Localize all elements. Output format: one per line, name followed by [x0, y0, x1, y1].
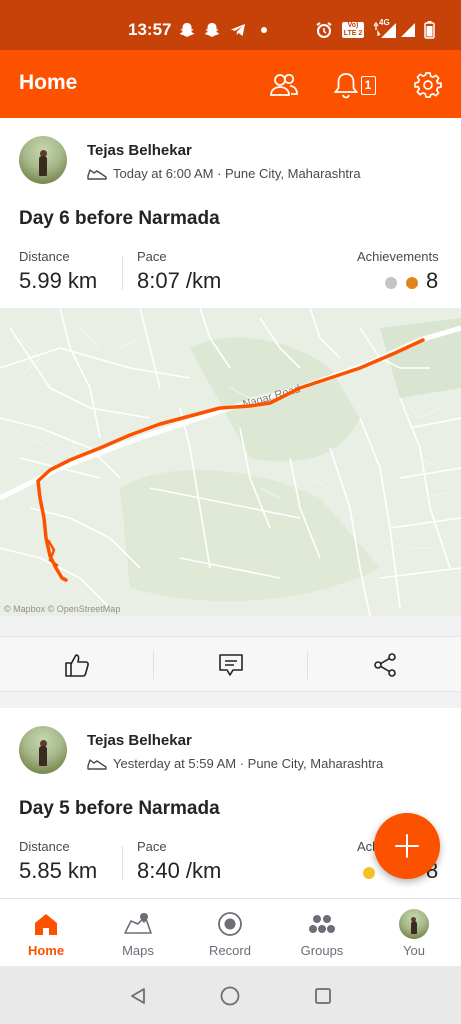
- pace-value: 8:40 /km: [137, 858, 222, 883]
- nav-item-home[interactable]: Home: [0, 899, 92, 967]
- athlete-name[interactable]: Tejas Belhekar: [87, 732, 192, 749]
- snapchat-icon: [203, 20, 221, 40]
- activity-meta-text: Today at 6:00 AM · Pune City, Maharashtr…: [113, 166, 361, 181]
- avatar: [399, 909, 429, 939]
- nav-label: Record: [209, 943, 251, 958]
- add-post-button[interactable]: [374, 813, 440, 879]
- distance-value: 5.99 km: [19, 268, 98, 293]
- notification-count: 1: [364, 78, 372, 92]
- find-friends-button[interactable]: [267, 68, 301, 102]
- pace-value: 8:07 /km: [137, 268, 222, 293]
- activity-title[interactable]: Day 6 before Narmada: [19, 208, 220, 230]
- activity-title[interactable]: Day 5 before Narmada: [19, 798, 220, 820]
- nav-label: You: [403, 943, 425, 958]
- page-title: Home: [19, 71, 78, 94]
- kudos-button[interactable]: [0, 637, 153, 693]
- nav-item-maps[interactable]: Maps: [92, 899, 184, 967]
- nav-label: Home: [27, 943, 65, 958]
- activity-meta-text: Yesterday at 5:59 AM · Pune City, Mahara…: [113, 756, 384, 771]
- settings-gear-icon: [414, 72, 442, 98]
- share-button[interactable]: [308, 637, 461, 693]
- system-nav-bar: [0, 966, 461, 1024]
- app-bar: Home 1: [0, 50, 461, 118]
- comment-icon: [218, 654, 243, 676]
- nav-item-groups[interactable]: Groups: [276, 899, 368, 967]
- bronze-medal-icon: [406, 277, 418, 289]
- recents-icon: [315, 988, 331, 1004]
- telegram-icon: [229, 20, 247, 40]
- silver-medal-icon: [385, 277, 397, 289]
- distance-value: 5.85 km: [19, 858, 98, 883]
- recents-button[interactable]: [310, 983, 336, 1009]
- thumbs-up-icon: [64, 654, 89, 677]
- achievements-count: 8: [426, 268, 439, 293]
- groups-icon: [307, 909, 337, 939]
- distance-label: Distance: [19, 839, 70, 854]
- avatar[interactable]: [19, 136, 67, 184]
- plus-icon: [395, 834, 419, 858]
- stat-divider: [122, 256, 123, 290]
- nav-label: Groups: [300, 943, 344, 958]
- distance-label: Distance: [19, 249, 70, 264]
- shoe-icon: [87, 168, 107, 180]
- 4g-signal-icon: 4G: [370, 18, 398, 40]
- snapchat-icon: [178, 20, 196, 40]
- activity-actions: [0, 636, 461, 692]
- nav-item-record[interactable]: Record: [184, 899, 276, 967]
- stat-divider: [122, 846, 123, 880]
- people-icon: [270, 73, 298, 96]
- settings-button[interactable]: [411, 68, 445, 102]
- nav-item-you[interactable]: You: [368, 899, 460, 967]
- signal-icon: [399, 20, 417, 40]
- alarm-icon: [314, 20, 334, 40]
- pace-label: Pace: [137, 249, 167, 264]
- home-icon: [31, 909, 61, 939]
- activity-card[interactable]: Tejas Belhekar Today at 6:00 AM · Pune C…: [0, 118, 461, 308]
- home-system-button[interactable]: [217, 983, 243, 1009]
- avatar[interactable]: [19, 726, 67, 774]
- gold-medal-icon: [363, 867, 375, 879]
- route-map[interactable]: Nagar Road © Mapbox © OpenStreetMap: [0, 308, 461, 616]
- notification-badge: 1: [360, 75, 376, 95]
- bell-icon: [333, 73, 358, 99]
- back-button[interactable]: [125, 983, 151, 1009]
- battery-icon: [422, 20, 436, 40]
- record-icon: [215, 909, 245, 939]
- nav-label: Maps: [122, 943, 154, 958]
- activity-meta: Yesterday at 5:59 AM · Pune City, Mahara…: [87, 756, 383, 771]
- status-time: 13:57: [128, 20, 172, 39]
- activity-meta: Today at 6:00 AM · Pune City, Maharashtr…: [87, 166, 361, 181]
- bottom-nav: Home Maps Record Groups You: [0, 898, 461, 966]
- volte-icon: Vo) LTE 2: [341, 20, 365, 40]
- comment-button[interactable]: [154, 637, 307, 693]
- map-credit: © Mapbox © OpenStreetMap: [4, 604, 121, 614]
- map-canvas: Nagar Road: [0, 308, 461, 616]
- share-icon: [373, 653, 396, 677]
- shoe-icon: [87, 758, 107, 770]
- athlete-name[interactable]: Tejas Belhekar: [87, 142, 192, 159]
- pace-label: Pace: [137, 839, 167, 854]
- volte-label: Vo) LTE 2: [342, 22, 364, 38]
- home-circle-icon: [220, 986, 240, 1006]
- dot-icon: [259, 20, 269, 40]
- network-label: 4G: [379, 18, 390, 27]
- status-bar: 13:57 Vo) LTE 2 4G: [0, 0, 461, 50]
- notifications-button[interactable]: 1: [330, 68, 378, 102]
- achievements-label: Achievements: [357, 249, 439, 264]
- map-pin-icon: [123, 909, 153, 939]
- back-icon: [131, 988, 145, 1004]
